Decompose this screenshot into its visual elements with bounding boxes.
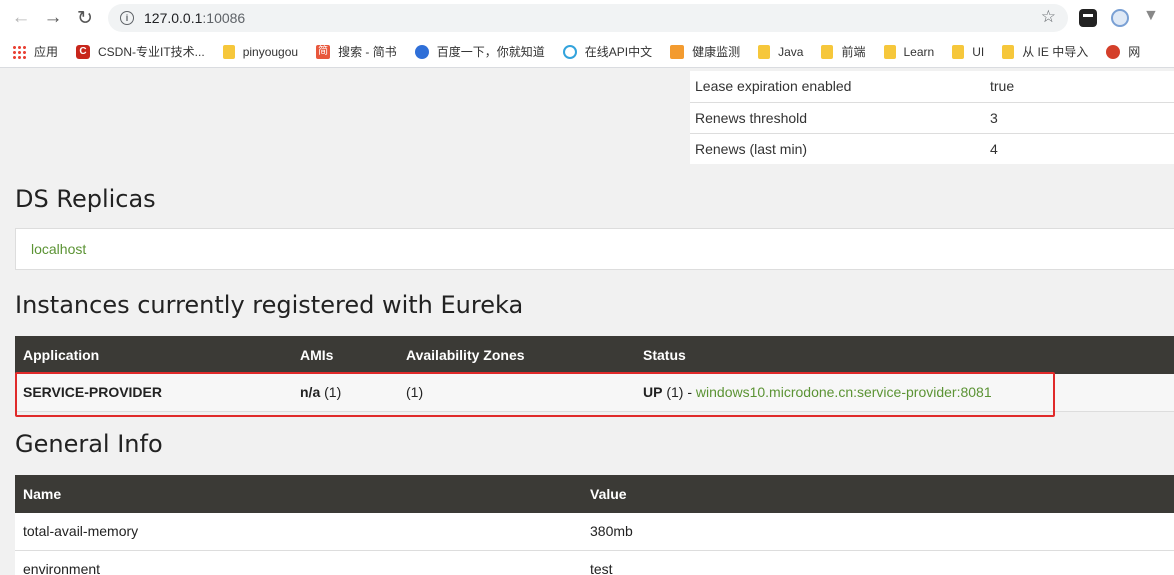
- column-header-amis: AMIs: [292, 336, 398, 374]
- lease-value-cell: true: [990, 71, 1174, 103]
- url-port: :10086: [202, 10, 246, 26]
- baidu-paw-icon: [414, 44, 429, 59]
- table-header-row: Application AMIs Availability Zones Stat…: [15, 336, 1174, 374]
- folder-icon: [883, 44, 896, 59]
- bookmark-label: 从 IE 中导入: [1022, 45, 1089, 59]
- bookmark-item[interactable]: Java: [758, 44, 804, 59]
- folder-icon: [222, 44, 235, 59]
- bookmark-label: 在线API中文: [584, 45, 653, 59]
- url-host: 127.0.0.1: [144, 10, 203, 26]
- info-value-cell: test: [582, 550, 1174, 575]
- column-header-zones: Availability Zones: [398, 336, 635, 374]
- application-cell: SERVICE-PROVIDER: [15, 374, 292, 412]
- health-icon: [670, 44, 685, 59]
- column-header-name: Name: [15, 475, 582, 513]
- bookmark-item[interactable]: Learn: [883, 44, 935, 59]
- lease-value-cell: 3: [990, 102, 1174, 134]
- table-row: total-avail-memory 380mb: [15, 513, 1174, 551]
- lease-info-table: Lease expiration enabled true Renews thr…: [690, 71, 1174, 164]
- table-row: environment test: [15, 550, 1174, 575]
- table-row: SERVICE-PROVIDER n/a (1) (1) UP (1) - wi…: [15, 374, 1174, 412]
- csdn-icon: C: [76, 44, 91, 59]
- lease-name-cell: Renews (last min): [695, 140, 808, 157]
- bookmark-label: CSDN-专业IT技术...: [98, 45, 205, 59]
- ds-replicas-heading: DS Replicas: [15, 185, 156, 213]
- bookmark-item[interactable]: 简搜索 - 简书: [316, 43, 397, 60]
- bookmark-label: Learn: [903, 44, 935, 59]
- info-name-cell: total-avail-memory: [15, 513, 582, 551]
- replica-link[interactable]: localhost: [31, 241, 86, 257]
- back-arrow-icon[interactable]: ←: [5, 0, 37, 36]
- folder-icon: [758, 44, 771, 59]
- bookmarks-bar: 应用 C CSDN-专业IT技术... pinyougou 简搜索 - 简书 百度…: [0, 36, 1174, 68]
- jianshu-icon: 简: [316, 44, 331, 59]
- application-name: SERVICE-PROVIDER: [23, 384, 162, 401]
- bookmark-item[interactable]: pinyougou: [222, 44, 299, 59]
- column-header-value: Value: [582, 475, 1174, 513]
- lease-value-cell: 4: [990, 140, 998, 157]
- extension-globe-icon[interactable]: [1111, 9, 1129, 27]
- table-row: Renews threshold 3: [690, 102, 1174, 134]
- status-up: UP: [643, 384, 663, 401]
- zones-cell: (1): [398, 374, 635, 412]
- bookmark-label: 健康监测: [692, 45, 741, 59]
- bookmark-label: UI: [972, 44, 985, 59]
- folder-icon: [821, 44, 834, 59]
- api-icon: [562, 44, 577, 59]
- bookmark-label: 网: [1128, 45, 1141, 59]
- table-header-row: Name Value: [15, 475, 1174, 513]
- net-icon: [1106, 44, 1121, 59]
- apps-grid-icon: [12, 44, 26, 59]
- browser-toolbar: ← → ↻ i 127.0.0.1:10086 ☆ ▼: [0, 0, 1174, 36]
- bookmark-item[interactable]: 从 IE 中导入: [1002, 43, 1088, 60]
- column-header-application: Application: [15, 336, 292, 374]
- general-info-heading: General Info: [15, 430, 163, 458]
- bookmark-label: 应用: [34, 45, 59, 59]
- bookmark-star-icon[interactable]: ☆: [1041, 7, 1056, 27]
- general-info-table: Name Value total-avail-memory 380mb envi…: [15, 475, 1174, 575]
- column-header-status: Status: [635, 336, 1174, 374]
- bookmark-label: 搜索 - 简书: [338, 45, 397, 59]
- bookmark-label: pinyougou: [242, 44, 299, 59]
- info-name-cell: environment: [15, 550, 582, 575]
- folder-icon: [952, 44, 965, 59]
- folder-icon: [1002, 44, 1015, 59]
- site-info-icon[interactable]: i: [120, 11, 134, 25]
- instances-heading: Instances currently registered with Eure…: [15, 291, 524, 319]
- bookmark-item[interactable]: 前端: [821, 43, 866, 60]
- bookmark-item[interactable]: C CSDN-专业IT技术...: [76, 43, 205, 60]
- address-bar[interactable]: i 127.0.0.1:10086 ☆: [108, 4, 1068, 32]
- lease-name-cell: Renews threshold: [690, 102, 990, 134]
- reload-icon[interactable]: ↻: [69, 0, 101, 36]
- ds-replicas-list: localhost: [15, 228, 1174, 270]
- eureka-page: Lease expiration enabled true Renews thr…: [0, 69, 1174, 575]
- amis-count: (1): [320, 384, 342, 401]
- extension-vue-icon[interactable]: ▼: [1143, 7, 1161, 25]
- bookmark-item[interactable]: 应用: [12, 43, 58, 60]
- table-row: Lease expiration enabled true: [690, 71, 1174, 103]
- lease-name-cell: Lease expiration enabled: [690, 71, 990, 103]
- bookmark-label: Java: [778, 44, 804, 59]
- info-value-cell: 380mb: [582, 513, 1174, 551]
- bookmark-label: 前端: [841, 45, 866, 59]
- amis-value: n/a: [300, 384, 321, 401]
- amis-cell: n/a (1): [292, 374, 398, 412]
- url-text[interactable]: 127.0.0.1:10086: [144, 10, 245, 26]
- extension-icon[interactable]: [1079, 9, 1097, 27]
- bookmark-item[interactable]: 健康监测: [670, 43, 740, 60]
- forward-arrow-icon[interactable]: →: [37, 0, 69, 36]
- bookmark-item[interactable]: UI: [952, 44, 985, 59]
- bookmark-item[interactable]: 百度一下，你就知道: [414, 43, 545, 60]
- status-cell: UP (1) - windows10.microdone.cn:service-…: [635, 374, 1174, 412]
- instance-link[interactable]: windows10.microdone.cn:service-provider:…: [696, 384, 992, 400]
- bookmark-item[interactable]: 网: [1106, 43, 1140, 60]
- instances-table: Application AMIs Availability Zones Stat…: [15, 336, 1174, 412]
- bookmark-item[interactable]: 在线API中文: [562, 43, 653, 60]
- status-count: (1) -: [662, 384, 696, 401]
- table-row: Renews (last min) 4: [690, 133, 1174, 164]
- bookmark-label: 百度一下，你就知道: [436, 45, 545, 59]
